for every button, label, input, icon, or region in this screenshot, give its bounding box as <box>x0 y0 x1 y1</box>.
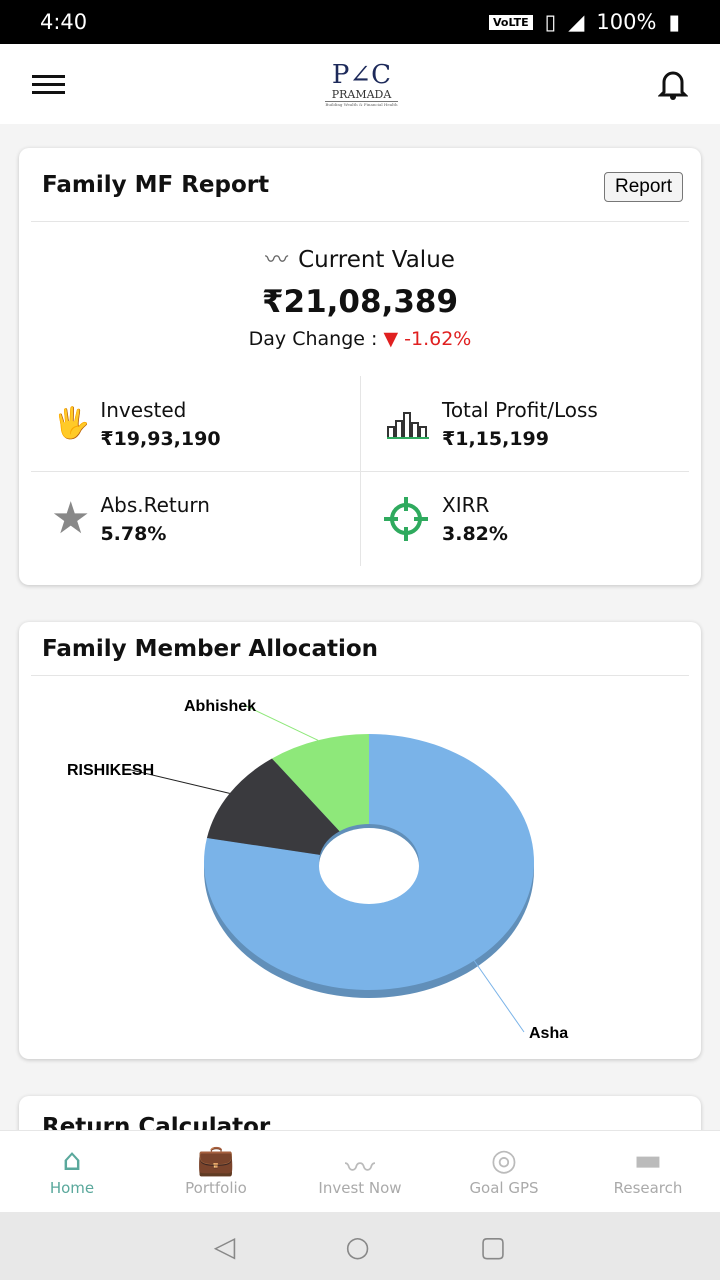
home-circle-icon[interactable]: ○ <box>345 1230 369 1263</box>
stat-profit-loss: Total Profit/Loss ₹1,15,199 <box>360 376 689 471</box>
card-title: Family MF Report <box>31 148 689 222</box>
back-icon[interactable]: ◁ <box>214 1230 236 1263</box>
recents-icon[interactable]: ▢ <box>480 1230 506 1263</box>
day-change-label: Day Change : <box>248 328 378 350</box>
slice-label: Asha <box>529 1025 568 1042</box>
slice-label: Abhishek <box>184 698 256 715</box>
bar-chart-icon <box>387 411 429 439</box>
current-value-label: Current Value <box>298 247 455 273</box>
folder-icon: ▬ <box>633 1143 663 1178</box>
cash-hand-icon: 🖐 <box>53 406 91 441</box>
trend-icon: 〰 <box>265 247 289 273</box>
report-button[interactable]: Report <box>603 172 683 202</box>
system-nav: ◁ ○ ▢ <box>0 1212 720 1280</box>
vibrate-icon: ▯ <box>544 10 557 34</box>
briefcase-icon: 💼 <box>197 1143 235 1178</box>
nav-portfolio[interactable]: 💼 Portfolio <box>144 1131 288 1212</box>
nav-goal-gps[interactable]: ◎ Goal GPS <box>432 1131 576 1212</box>
app-bar: P∠C PRAMADA Building Wealth & Financial … <box>0 44 720 124</box>
hamburger-icon[interactable] <box>32 70 65 99</box>
nav-home[interactable]: ⌂ Home <box>0 1131 144 1212</box>
family-mf-report-card: Family MF Report Report 〰 Current Value ₹… <box>19 148 701 585</box>
logo: P∠C PRAMADA Building Wealth & Financial … <box>325 59 398 107</box>
time: 4:40 <box>40 10 88 34</box>
battery-text: 100% <box>596 10 657 34</box>
donut-hole <box>319 828 419 904</box>
stat-abs-return: ★ Abs.Return 5.78% <box>51 492 210 545</box>
current-value: ₹21,08,389 <box>261 284 459 320</box>
down-arrow-icon: ▼ <box>383 328 399 350</box>
allocation-donut-chart: Asha RISHIKESH Abhishek <box>67 698 568 1042</box>
card-title: Family Member Allocation <box>31 622 689 676</box>
volte-icon: VoLTE <box>488 14 533 30</box>
stat-xirr: XIRR 3.82% <box>360 471 689 566</box>
signal-icon: ◢ <box>568 10 585 34</box>
trend-icon: 〰 <box>345 1151 375 1186</box>
home-icon: ⌂ <box>62 1143 82 1178</box>
slice-label: RISHIKESH <box>67 762 154 779</box>
bell-icon[interactable] <box>658 68 688 100</box>
target-icon: ◎ <box>490 1143 518 1178</box>
star-icon: ★ <box>51 493 91 544</box>
nav-invest-now[interactable]: 〰 Invest Now <box>288 1131 432 1212</box>
status-bar: 4:40 VoLTE ▯ ◢ 100% ▮ <box>0 0 720 44</box>
stat-invested: 🖐 Invested ₹19,93,190 <box>53 397 221 450</box>
leader-line <box>473 960 525 1033</box>
battery-icon: ▮ <box>668 10 680 34</box>
target-icon <box>384 496 428 541</box>
bottom-nav: ⌂ Home 💼 Portfolio 〰 Invest Now ◎ Goal GPS ▬… <box>0 1130 720 1212</box>
nav-research[interactable]: ▬ Research <box>576 1131 720 1212</box>
family-allocation-card: Family Member Allocation Asha RISHIKESH Ab… <box>19 622 701 1059</box>
day-change-value: -1.62% <box>404 328 472 350</box>
